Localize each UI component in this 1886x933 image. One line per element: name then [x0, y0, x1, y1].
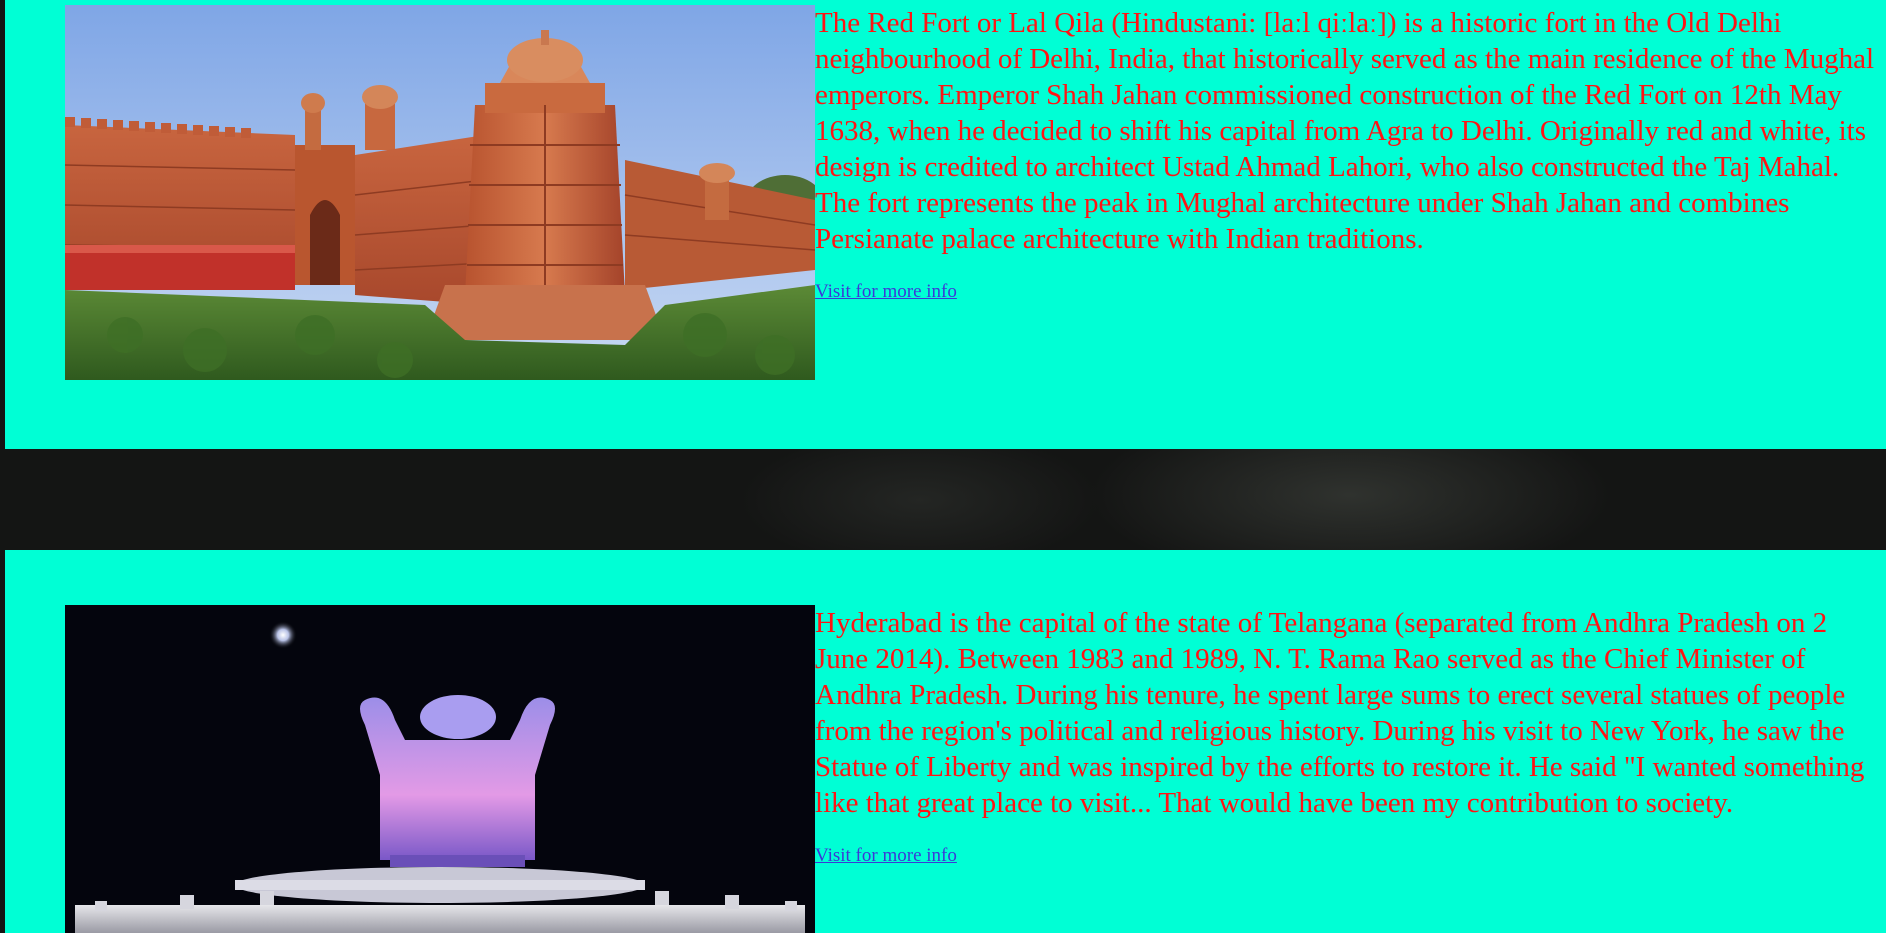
hyderabad-more-info-link[interactable]: Visit for more info [815, 845, 957, 867]
red-fort-image [65, 5, 815, 380]
hyderabad-description: Hyderabad is the capital of the state of… [815, 607, 1865, 819]
page: The Red Fort or Lal Qila (Hindustani: [l… [0, 0, 1886, 933]
red-fort-description: The Red Fort or Lal Qila (Hindustani: [l… [815, 7, 1875, 255]
place-card-red-fort: The Red Fort or Lal Qila (Hindustani: [l… [0, 0, 1886, 449]
hyderabad-statue-image [65, 605, 815, 933]
red-fort-text: The Red Fort or Lal Qila (Hindustani: [l… [815, 5, 1883, 306]
hyderabad-text: Hyderabad is the capital of the state of… [815, 605, 1883, 870]
place-card-hyderabad: Hyderabad is the capital of the state of… [5, 550, 1886, 933]
red-fort-more-info-link[interactable]: Visit for more info [815, 281, 957, 303]
